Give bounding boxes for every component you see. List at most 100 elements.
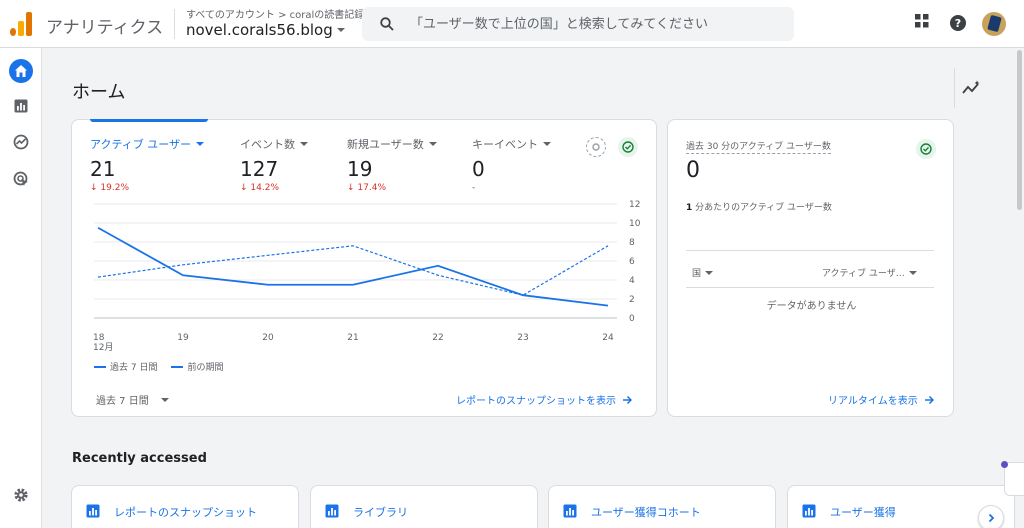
chevron-down-icon	[908, 270, 917, 275]
side-panel-tab[interactable]	[1004, 462, 1024, 496]
y-tick-label: 2	[629, 295, 635, 305]
column-label: 国	[692, 269, 702, 279]
admin-gear-icon[interactable]	[9, 483, 33, 507]
divider	[686, 287, 934, 288]
link-label: レポートのスナップショットを表示	[456, 396, 616, 407]
avatar[interactable]	[982, 12, 1006, 36]
metric-label: キーイベント	[472, 138, 538, 151]
recent-item-label: ユーザー獲得	[830, 506, 896, 519]
recent-item-label: ユーザー獲得コホート	[591, 506, 701, 519]
check-circle-icon	[916, 139, 936, 159]
x-tick-label: 18	[93, 333, 105, 343]
divider	[686, 250, 934, 251]
chevron-down-icon	[336, 28, 345, 32]
property-name: novel.corals56.blog	[186, 21, 333, 39]
breadcrumb-account[interactable]: すべてのアカウント	[186, 10, 275, 21]
y-tick-label: 8	[629, 238, 635, 248]
y-tick-label: 12	[629, 200, 640, 210]
x-tick-label: 19	[177, 333, 189, 343]
view-realtime-link[interactable]: リアルタイムを表示	[828, 392, 934, 407]
y-tick-label: 0	[629, 314, 635, 324]
arrow-right-icon	[924, 395, 934, 404]
metric-tab-new-users[interactable]: 新規ユーザー数 19 ↓ 17.4%	[347, 136, 437, 193]
nav-home-icon[interactable]	[9, 59, 33, 83]
chevron-down-icon	[543, 142, 551, 146]
anomaly-icon[interactable]	[586, 137, 606, 157]
search-icon	[380, 17, 394, 31]
metric-tab-key-events[interactable]: キーイベント 0 -	[472, 136, 551, 193]
per-minute-label: 1 分あたりのアクティブ ユーザー数	[686, 200, 832, 213]
current-period-line	[97, 226, 609, 307]
active-users-column-header[interactable]: アクティブ ユーザ…	[822, 266, 917, 279]
metric-value: 0	[472, 157, 485, 181]
recent-item-acquisition-cohort[interactable]: ユーザー獲得コホート	[548, 485, 776, 528]
help-icon[interactable]: ?	[950, 15, 966, 31]
property-selector[interactable]: novel.corals56.blog	[186, 21, 345, 39]
left-nav-rail	[0, 48, 42, 528]
chevron-down-icon	[300, 142, 308, 146]
recent-item-label: レポートのスナップショット	[114, 506, 257, 519]
realtime-value: 0	[686, 158, 700, 183]
metric-tab-event-count[interactable]: イベント数 127 ↓ 14.2%	[240, 136, 308, 193]
x-tick-label: 22	[432, 333, 443, 343]
column-label: アクティブ ユーザ…	[822, 269, 905, 279]
metric-tab-active-users[interactable]: アクティブ ユーザー 21 ↓ 19.2%	[90, 136, 205, 193]
carousel-next-button[interactable]	[978, 505, 1004, 528]
page-title: ホーム	[72, 82, 126, 103]
breadcrumb-separator: >	[278, 10, 287, 21]
recent-item-library[interactable]: ライブラリ	[310, 485, 538, 528]
chart-legend: 過去 7 日間 前の期間	[94, 360, 223, 373]
svg-text:?: ?	[955, 17, 961, 30]
arrow-right-icon	[623, 395, 632, 404]
breadcrumb-property[interactable]: coralの読書記録	[290, 10, 365, 21]
active-tab-indicator	[90, 119, 208, 122]
analytics-logo-icon[interactable]	[10, 12, 32, 36]
scrollbar[interactable]	[1017, 50, 1022, 210]
x-tick-label: 24	[602, 333, 614, 343]
x-tick-sublabel: 12月	[93, 342, 113, 353]
check-circle-icon	[618, 137, 638, 157]
legend-item-previous: 前の期間	[171, 360, 223, 373]
y-tick-label: 4	[629, 276, 635, 286]
chevron-right-icon	[988, 513, 995, 523]
date-range-label: 過去 7 日間	[96, 396, 149, 407]
top-bar: アナリティクス すべてのアカウント > coralの読書記録 novel.cor…	[0, 0, 1024, 48]
search-box[interactable]	[362, 7, 794, 41]
search-input[interactable]	[410, 7, 780, 41]
chevron-down-icon	[160, 397, 169, 402]
x-tick-label: 23	[517, 333, 528, 343]
legend-solid-swatch	[94, 365, 106, 368]
legend-dashed-swatch	[171, 365, 184, 368]
chevron-down-icon	[428, 142, 437, 146]
report-chart-icon	[563, 504, 577, 518]
apps-grid-icon[interactable]	[915, 14, 929, 28]
no-data-message: データがありません	[766, 301, 857, 312]
nav-explore-icon[interactable]	[9, 130, 33, 154]
nav-advertising-icon[interactable]	[9, 167, 33, 191]
divider	[174, 9, 175, 39]
realtime-title[interactable]: 過去 30 分のアクティブ ユーザー数	[686, 139, 831, 154]
date-range-selector[interactable]: 過去 7 日間	[96, 392, 169, 407]
report-chart-icon	[86, 504, 100, 518]
per-minute-prefix: 1	[686, 203, 693, 213]
country-column-header[interactable]: 国	[692, 266, 714, 279]
insights-icon[interactable]	[962, 80, 982, 96]
report-chart-icon	[325, 504, 339, 518]
line-chart: 12108642018 19 20 21 22 23 2412月	[93, 200, 641, 353]
x-tick-label: 20	[262, 333, 274, 343]
recent-item-snapshot[interactable]: レポートのスナップショット	[71, 485, 299, 528]
metric-label: アクティブ ユーザー	[90, 138, 192, 151]
realtime-card: 過去 30 分のアクティブ ユーザー数 0 1 分あたりのアクティブ ユーザー数…	[667, 119, 954, 417]
metric-label: 新規ユーザー数	[347, 138, 424, 151]
link-label: リアルタイムを表示	[828, 396, 918, 407]
y-tick-label: 10	[629, 219, 641, 229]
metric-value: 21	[90, 157, 116, 181]
recent-item-label: ライブラリ	[353, 506, 408, 519]
view-snapshot-link[interactable]: レポートのスナップショットを表示	[456, 392, 632, 407]
nav-reports-icon[interactable]	[9, 94, 33, 118]
per-minute-text: 分あたりのアクティブ ユーザー数	[695, 203, 832, 213]
breadcrumb[interactable]: すべてのアカウント > coralの読書記録	[186, 6, 364, 21]
legend-label: 前の期間	[187, 363, 224, 373]
metric-label: イベント数	[240, 138, 295, 151]
metrics-card: アクティブ ユーザー 21 ↓ 19.2% イベント数 127 ↓ 14.2% …	[71, 119, 657, 417]
